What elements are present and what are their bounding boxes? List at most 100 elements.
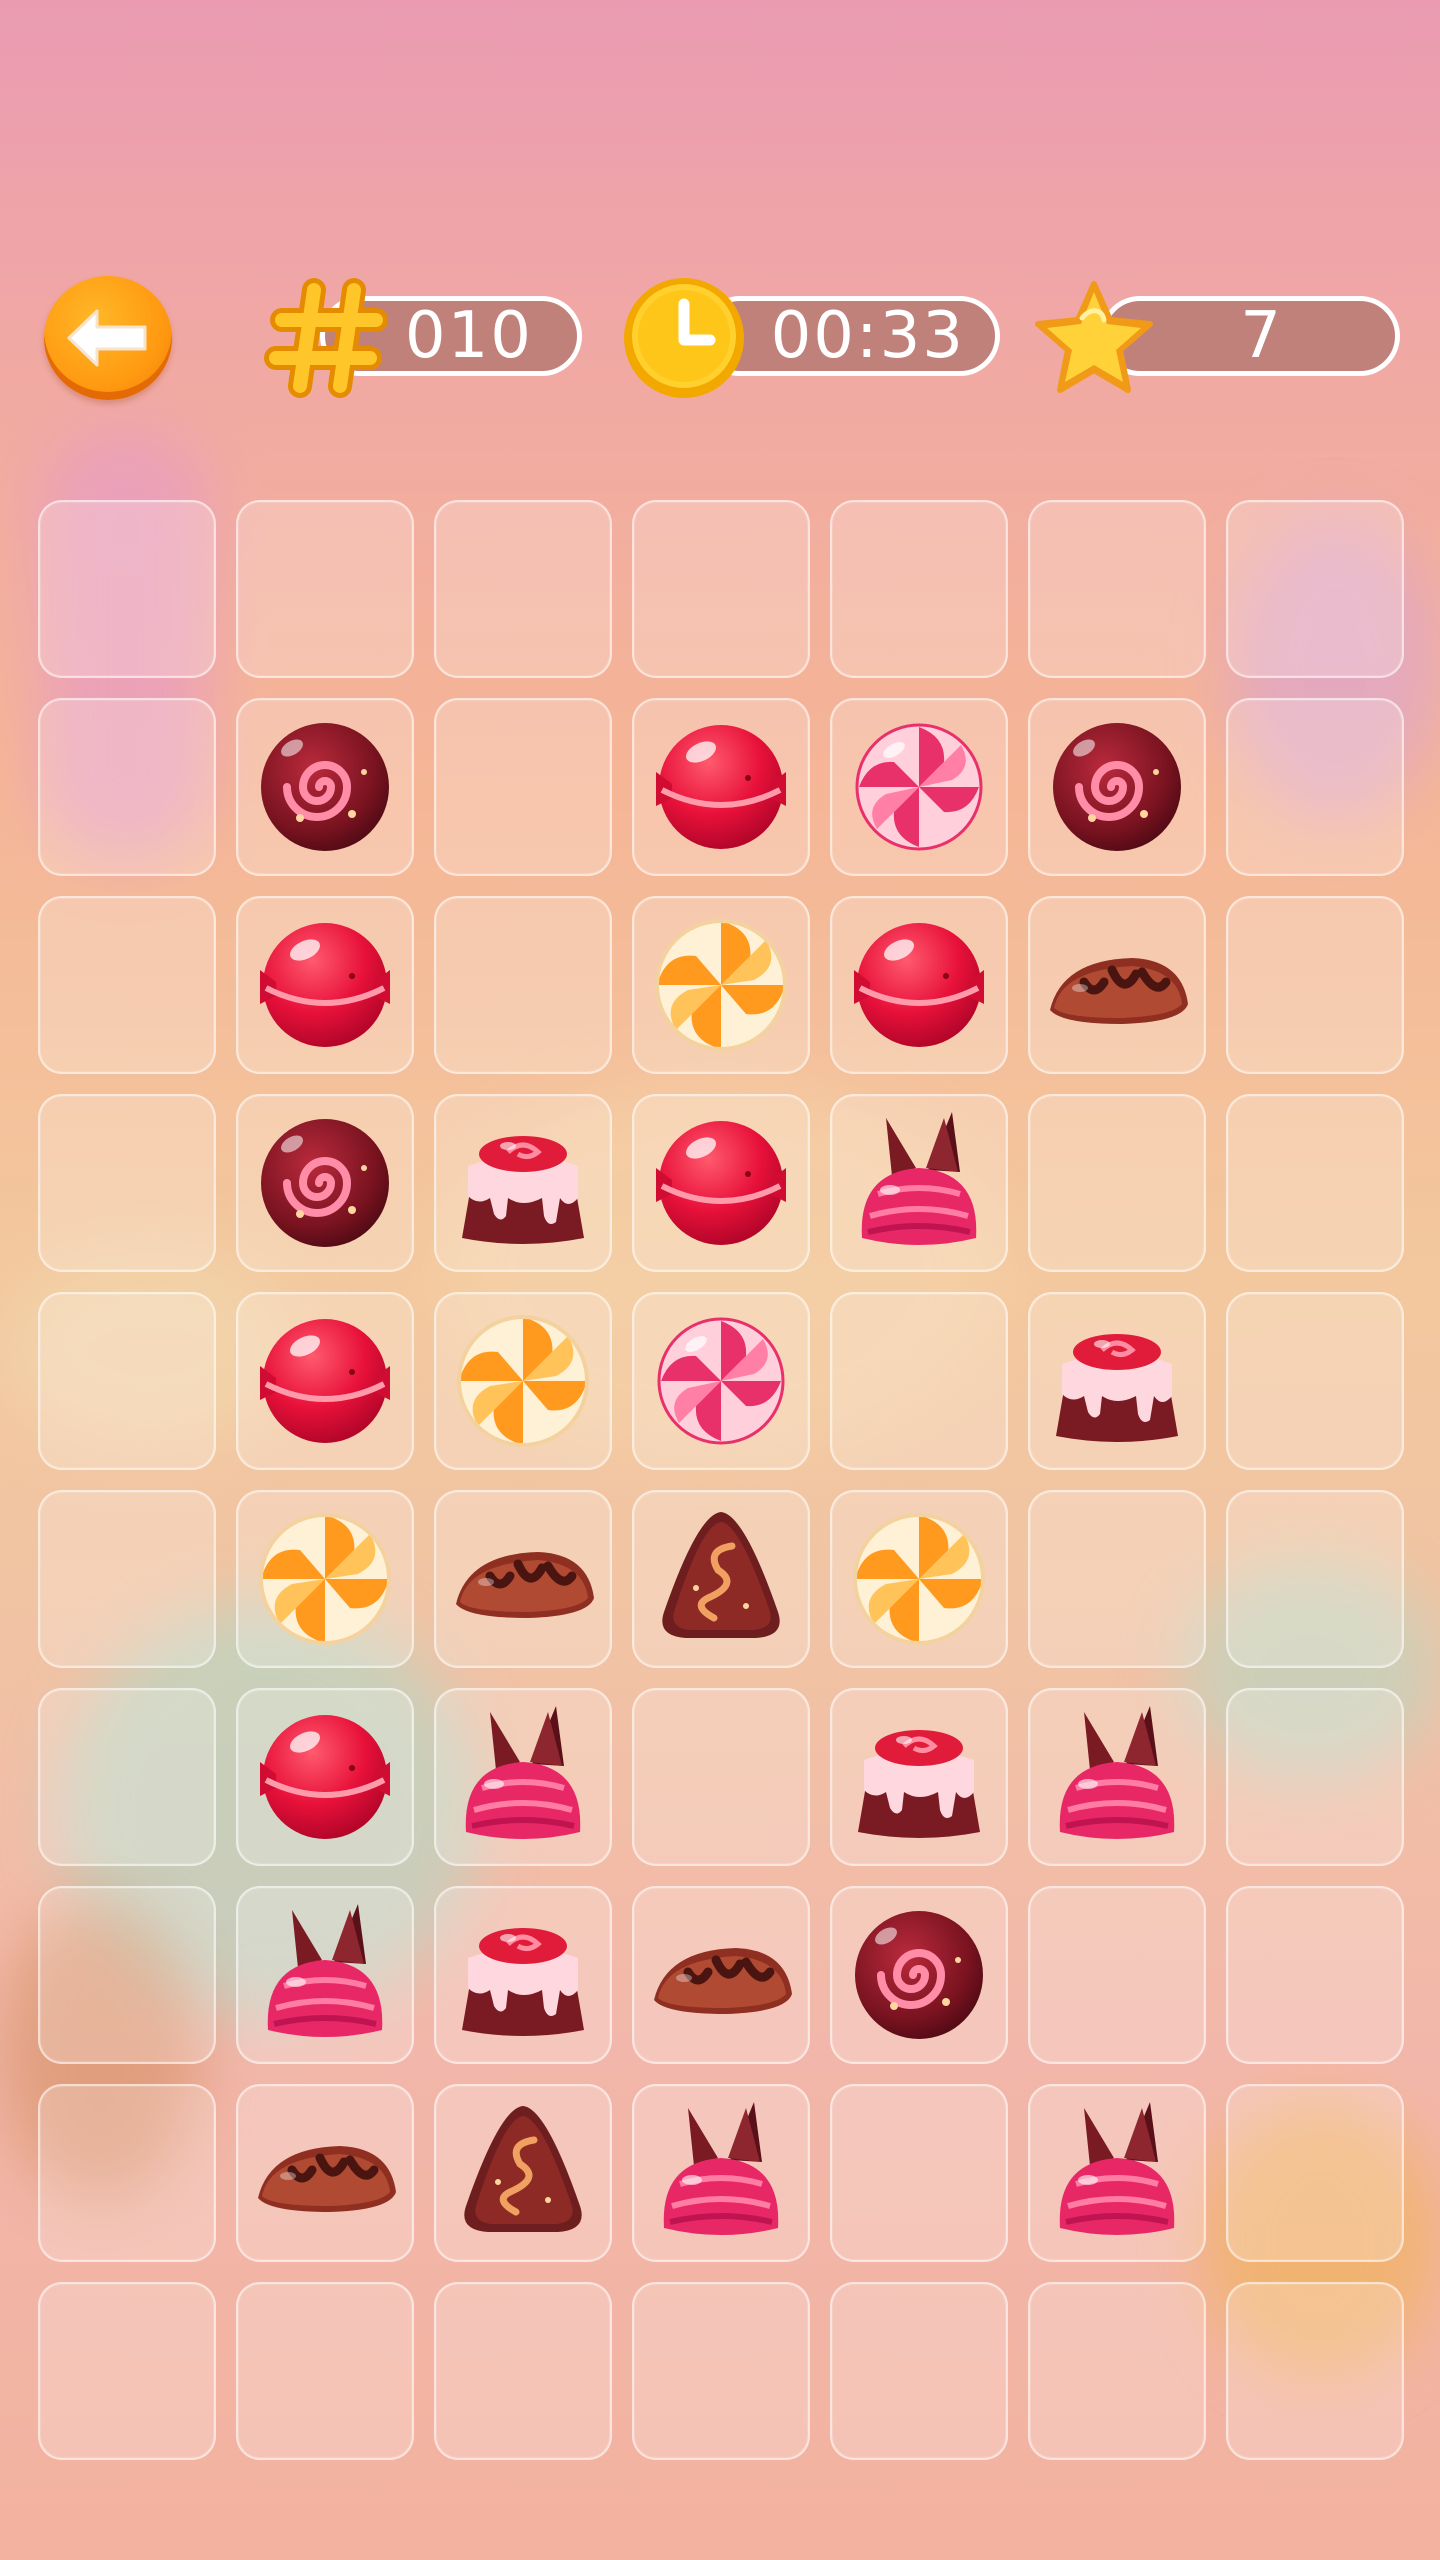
orange-swirl-lollipop-icon xyxy=(259,1513,391,1645)
chocolate-pyramid-icon xyxy=(464,2106,582,2232)
chocolate-pyramid-icon xyxy=(662,1512,780,1638)
red-lollipop-icon xyxy=(656,725,786,849)
board-cell[interactable] xyxy=(830,1490,1008,1668)
board-cell[interactable] xyxy=(236,2084,414,2262)
board-cell xyxy=(632,2282,810,2460)
pink-chocolate-truffle-icon xyxy=(1059,1706,1175,1839)
board-cell xyxy=(1226,2084,1404,2262)
pink-chocolate-truffle-icon xyxy=(1059,2102,1175,2235)
board-cell xyxy=(632,500,810,678)
board-cell xyxy=(1226,1094,1404,1272)
game-board xyxy=(38,500,1404,2460)
board-cell[interactable] xyxy=(236,1094,414,1272)
board-cell[interactable] xyxy=(632,1292,810,1470)
board-cell[interactable] xyxy=(632,1490,810,1668)
board-cell xyxy=(236,500,414,678)
board-cell[interactable] xyxy=(1028,698,1206,876)
back-arrow-icon xyxy=(67,309,147,367)
board-cell xyxy=(1226,698,1404,876)
board-cell[interactable] xyxy=(236,1688,414,1866)
board-cell[interactable] xyxy=(830,896,1008,1074)
pink-chocolate-truffle-icon xyxy=(465,1706,581,1839)
board-cell xyxy=(1226,1886,1404,2064)
chocolate-swirl-ball-icon xyxy=(261,1119,389,1247)
board-cell xyxy=(236,2282,414,2460)
board-cell xyxy=(434,896,612,1074)
star-icon xyxy=(1035,281,1153,393)
pudding-cake-icon xyxy=(462,1136,584,1244)
board-cell[interactable] xyxy=(632,896,810,1074)
board-cell xyxy=(434,2282,612,2460)
board-cell[interactable] xyxy=(632,1094,810,1272)
board-cell[interactable] xyxy=(830,1688,1008,1866)
chocolate-eclair-icon xyxy=(654,1948,792,2014)
board-cell[interactable] xyxy=(632,2084,810,2262)
pudding-cake-icon xyxy=(462,1928,584,2036)
board-cell[interactable] xyxy=(1028,896,1206,1074)
board-cell[interactable] xyxy=(236,1292,414,1470)
board-cell xyxy=(434,500,612,678)
board-cell xyxy=(434,698,612,876)
board-cell[interactable] xyxy=(434,2084,612,2262)
board-cell xyxy=(1226,896,1404,1074)
chocolate-eclair-icon xyxy=(456,1552,594,1618)
pink-swirl-lollipop-icon xyxy=(855,723,983,851)
orange-swirl-lollipop-icon xyxy=(853,1513,985,1645)
pink-chocolate-truffle-icon xyxy=(663,2102,779,2235)
pink-chocolate-truffle-icon xyxy=(861,1112,977,1245)
board-cell xyxy=(830,500,1008,678)
chocolate-swirl-ball-icon xyxy=(855,1911,983,2039)
timer-value: 00:33 xyxy=(770,299,965,373)
board-cell xyxy=(1226,500,1404,678)
board-cell[interactable] xyxy=(830,1094,1008,1272)
back-button[interactable] xyxy=(44,276,172,400)
board-cell xyxy=(1226,2282,1404,2460)
red-lollipop-icon xyxy=(656,1121,786,1245)
red-lollipop-icon xyxy=(854,923,984,1047)
board-cell xyxy=(38,1094,216,1272)
moves-value: 010 xyxy=(404,299,533,373)
board-cell xyxy=(38,1886,216,2064)
stars-value: 7 xyxy=(1240,299,1283,373)
board-cell[interactable] xyxy=(434,1490,612,1668)
board-cell[interactable] xyxy=(236,1490,414,1668)
board-cell[interactable] xyxy=(830,1886,1008,2064)
pink-chocolate-truffle-icon xyxy=(267,1904,383,2037)
board-cell[interactable] xyxy=(236,698,414,876)
board-cell[interactable] xyxy=(1028,2084,1206,2262)
board-cell xyxy=(38,500,216,678)
pudding-cake-icon xyxy=(858,1730,980,1838)
board-cell[interactable] xyxy=(236,1886,414,2064)
board-cell[interactable] xyxy=(434,1688,612,1866)
hash-icon xyxy=(264,278,388,398)
board-cell xyxy=(38,1688,216,1866)
board-cell[interactable] xyxy=(1028,1688,1206,1866)
board-cell xyxy=(830,2084,1008,2262)
board-cell xyxy=(38,2084,216,2262)
board-cell xyxy=(1028,500,1206,678)
board-cell[interactable] xyxy=(434,1094,612,1272)
board-cell xyxy=(632,1688,810,1866)
board-cell[interactable] xyxy=(434,1292,612,1470)
board-cell xyxy=(830,2282,1008,2460)
board-cell xyxy=(1028,2282,1206,2460)
board-cell[interactable] xyxy=(830,698,1008,876)
board-cell xyxy=(1028,1094,1206,1272)
board-cell[interactable] xyxy=(632,1886,810,2064)
chocolate-swirl-ball-icon xyxy=(1053,723,1181,851)
board-cell xyxy=(1226,1292,1404,1470)
board-cell[interactable] xyxy=(1028,1292,1206,1470)
board-cell[interactable] xyxy=(434,1886,612,2064)
red-lollipop-icon xyxy=(260,1319,390,1443)
board-cell xyxy=(1226,1688,1404,1866)
board-cell xyxy=(38,1292,216,1470)
clock-icon xyxy=(624,278,744,398)
red-lollipop-icon xyxy=(260,1715,390,1839)
orange-swirl-lollipop-icon xyxy=(457,1315,589,1447)
chocolate-eclair-icon xyxy=(258,2146,396,2212)
board-cell xyxy=(38,698,216,876)
board-cell xyxy=(38,1490,216,1668)
board-cell xyxy=(1028,1886,1206,2064)
board-cell[interactable] xyxy=(632,698,810,876)
board-cell[interactable] xyxy=(236,896,414,1074)
